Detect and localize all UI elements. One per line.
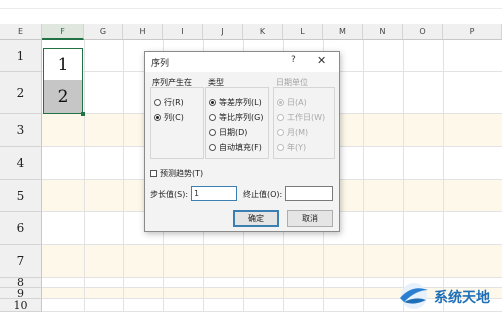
radio-label: 自动填充(F) bbox=[219, 143, 262, 152]
help-icon[interactable]: ? bbox=[291, 55, 296, 65]
radio-growth[interactable]: 等比序列(G) bbox=[209, 112, 263, 123]
fill-handle[interactable] bbox=[81, 112, 85, 116]
cell-f2[interactable]: 2 bbox=[43, 80, 83, 114]
radio-label: 行(R) bbox=[164, 98, 184, 107]
series-dialog: 序列 ? ✕ 序列产生在 行(R) 列(C) 类型 等差序列(L) 等比序列(G… bbox=[144, 51, 340, 232]
watermark-logo: 系统天地 bbox=[392, 276, 502, 312]
ok-button[interactable]: 确定 bbox=[233, 210, 279, 227]
radio-autofill[interactable]: 自动填充(F) bbox=[209, 142, 262, 153]
grid-line bbox=[443, 40, 444, 312]
row-header-2[interactable]: 2 bbox=[0, 72, 42, 114]
grid-line bbox=[123, 40, 124, 312]
checkbox-icon bbox=[150, 170, 157, 177]
radio-label: 日期(D) bbox=[219, 128, 248, 137]
radio-linear[interactable]: 等差序列(L) bbox=[209, 97, 262, 108]
cell-f1[interactable]: 1 bbox=[43, 48, 83, 80]
radio-year: 年(Y) bbox=[277, 142, 306, 153]
radio-columns[interactable]: 列(C) bbox=[154, 112, 184, 123]
row-header-5[interactable]: 5 bbox=[0, 180, 42, 212]
radio-weekday: 工作日(W) bbox=[277, 112, 325, 123]
radio-circle-icon bbox=[154, 99, 161, 106]
radio-label: 等比序列(G) bbox=[219, 113, 264, 122]
radio-checked-icon bbox=[154, 114, 161, 121]
toolbar-strip bbox=[0, 0, 502, 25]
radio-label: 列(C) bbox=[164, 113, 184, 122]
row-header-9[interactable]: 9 bbox=[0, 287, 42, 300]
row-header-7[interactable]: 7 bbox=[0, 245, 42, 278]
globe-logo-icon bbox=[400, 283, 428, 309]
radio-checked-icon bbox=[277, 99, 284, 106]
radio-circle-icon bbox=[209, 129, 216, 136]
column-header-h[interactable]: H bbox=[123, 24, 163, 40]
row-header-4[interactable]: 4 bbox=[0, 147, 42, 180]
column-header-o[interactable]: O bbox=[403, 24, 443, 40]
row-header-3[interactable]: 3 bbox=[0, 114, 42, 147]
dialog-titlebar[interactable] bbox=[145, 52, 339, 72]
column-header-k[interactable]: K bbox=[243, 24, 283, 40]
trend-label: 预测趋势(T) bbox=[160, 169, 204, 178]
radio-circle-icon bbox=[277, 114, 284, 121]
row-header-10[interactable]: 10 bbox=[0, 299, 42, 312]
radio-circle-icon bbox=[209, 114, 216, 121]
radio-date[interactable]: 日期(D) bbox=[209, 127, 247, 138]
column-header-l[interactable]: L bbox=[283, 24, 323, 40]
trend-checkbox[interactable]: 预测趋势(T) bbox=[150, 168, 203, 179]
radio-label: 工作日(W) bbox=[287, 113, 326, 122]
grid-line bbox=[403, 40, 404, 312]
step-value-label: 步长值(S): bbox=[150, 190, 189, 199]
column-header-p[interactable]: P bbox=[443, 24, 502, 40]
column-header-j[interactable]: J bbox=[203, 24, 243, 40]
column-header-e[interactable]: E bbox=[0, 24, 42, 40]
grid-line bbox=[363, 40, 364, 312]
radio-label: 等差序列(L) bbox=[219, 98, 262, 107]
radio-rows[interactable]: 行(R) bbox=[154, 97, 184, 108]
radio-label: 年(Y) bbox=[287, 143, 307, 152]
watermark-text: 系统天地 bbox=[434, 290, 490, 306]
row-band bbox=[42, 245, 502, 278]
cancel-button[interactable]: 取消 bbox=[287, 210, 333, 227]
column-header-g[interactable]: G bbox=[84, 24, 123, 40]
stop-value-label: 终止值(O): bbox=[243, 190, 283, 199]
radio-label: 月(M) bbox=[287, 128, 309, 137]
column-header-m[interactable]: M bbox=[323, 24, 363, 40]
radio-circle-icon bbox=[277, 144, 284, 151]
step-value-input[interactable]: 1 bbox=[191, 186, 237, 201]
radio-month: 月(M) bbox=[277, 127, 308, 138]
radio-checked-icon bbox=[209, 99, 216, 106]
row-header-1[interactable]: 1 bbox=[0, 40, 42, 72]
dialog-title: 序列 bbox=[151, 59, 170, 69]
grid-line bbox=[84, 40, 85, 312]
stop-value-input[interactable] bbox=[285, 186, 333, 201]
column-header-i[interactable]: I bbox=[163, 24, 203, 40]
radio-circle-icon bbox=[209, 144, 216, 151]
close-icon[interactable]: ✕ bbox=[317, 54, 326, 67]
radio-label: 日(A) bbox=[287, 98, 307, 107]
row-header-6[interactable]: 6 bbox=[0, 212, 42, 245]
radio-day: 日(A) bbox=[277, 97, 307, 108]
radio-circle-icon bbox=[277, 129, 284, 136]
column-header-f[interactable]: F bbox=[42, 24, 84, 40]
column-header-n[interactable]: N bbox=[363, 24, 403, 40]
